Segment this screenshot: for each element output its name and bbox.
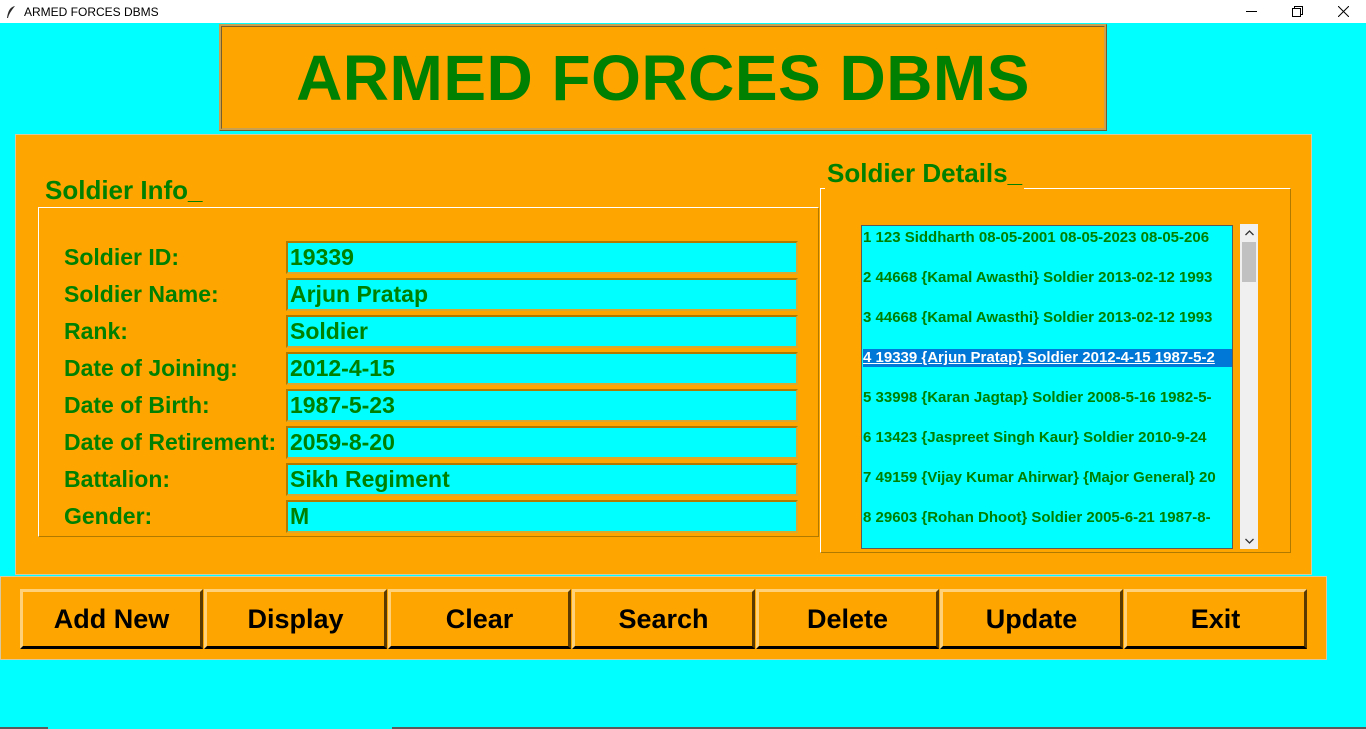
minimize-button[interactable]: [1228, 0, 1274, 23]
restore-icon: [1291, 6, 1303, 17]
chevron-up-icon: [1244, 229, 1254, 235]
window-title: ARMED FORCES DBMS: [24, 4, 159, 19]
delete-button[interactable]: Delete: [756, 589, 939, 649]
list-item-selected[interactable]: 4 19339 {Arjun Pratap} Soldier 2012-4-15…: [863, 349, 1232, 367]
soldier-info-heading: Soldier Info_: [43, 175, 205, 206]
main-panel: Soldier Info_ Soldier ID: 19339 Soldier …: [15, 134, 1312, 575]
action-button-bar: Add New Display Clear Search Delete Upda…: [0, 576, 1327, 660]
soldier-id-label: Soldier ID:: [64, 244, 180, 270]
date-of-birth-field[interactable]: 1987-5-23: [286, 389, 798, 422]
minimize-icon: [1245, 11, 1257, 12]
soldier-id-field[interactable]: 19339: [286, 241, 798, 274]
display-button[interactable]: Display: [204, 589, 387, 649]
list-item[interactable]: 2 44668 {Kamal Awasthi} Soldier 2013-02-…: [863, 269, 1232, 287]
list-item[interactable]: 6 13423 {Jaspreet Singh Kaur} Soldier 20…: [863, 429, 1232, 447]
close-icon: [1337, 6, 1349, 17]
update-button[interactable]: Update: [940, 589, 1123, 649]
soldier-details-listbox[interactable]: 1 123 Siddharth 08-05-2001 08-05-2023 08…: [861, 225, 1233, 549]
close-button[interactable]: [1320, 0, 1366, 23]
list-item[interactable]: 3 44668 {Kamal Awasthi} Soldier 2013-02-…: [863, 309, 1232, 327]
gender-label: Gender:: [64, 503, 153, 529]
clear-button[interactable]: Clear: [388, 589, 571, 649]
scroll-up-button[interactable]: [1240, 224, 1258, 241]
date-of-retirement-field[interactable]: 2059-8-20: [286, 426, 798, 459]
list-item[interactable]: 5 33998 {Karan Jagtap} Soldier 2008-5-16…: [863, 389, 1232, 407]
feather-icon: [5, 5, 19, 19]
exit-button[interactable]: Exit: [1124, 589, 1307, 649]
scroll-down-button[interactable]: [1240, 532, 1258, 549]
soldier-name-label: Soldier Name:: [64, 281, 219, 307]
list-item[interactable]: 1 123 Siddharth 08-05-2001 08-05-2023 08…: [863, 229, 1232, 247]
soldier-name-field[interactable]: Arjun Pratap: [286, 278, 798, 311]
date-of-joining-field[interactable]: 2012-4-15: [286, 352, 798, 385]
add-new-button[interactable]: Add New: [20, 589, 203, 649]
app-title: ARMED FORCES DBMS: [296, 41, 1030, 114]
details-scrollbar[interactable]: [1240, 224, 1258, 549]
battalion-label: Battalion:: [64, 466, 171, 492]
list-item[interactable]: 7 49159 {Vijay Kumar Ahirwar} {Major Gen…: [863, 469, 1232, 487]
battalion-field[interactable]: Sikh Regiment: [286, 463, 798, 496]
date-of-joining-label: Date of Joining:: [64, 355, 238, 381]
date-of-birth-label: Date of Birth:: [64, 392, 210, 418]
rank-field[interactable]: Soldier: [286, 315, 798, 348]
rank-label: Rank:: [64, 318, 128, 344]
list-item[interactable]: 8 29603 {Rohan Dhoot} Soldier 2005-6-21 …: [863, 509, 1232, 527]
header-banner: ARMED FORCES DBMS: [219, 24, 1107, 131]
soldier-details-heading: Soldier Details_: [825, 158, 1025, 189]
chevron-down-icon: [1244, 538, 1254, 544]
scroll-thumb[interactable]: [1242, 242, 1256, 282]
search-button[interactable]: Search: [572, 589, 755, 649]
window-title-bar: ARMED FORCES DBMS: [0, 0, 1366, 23]
gender-field[interactable]: M: [286, 500, 798, 533]
restore-button[interactable]: [1274, 0, 1320, 23]
date-of-retirement-label: Date of Retirement:: [64, 429, 277, 455]
